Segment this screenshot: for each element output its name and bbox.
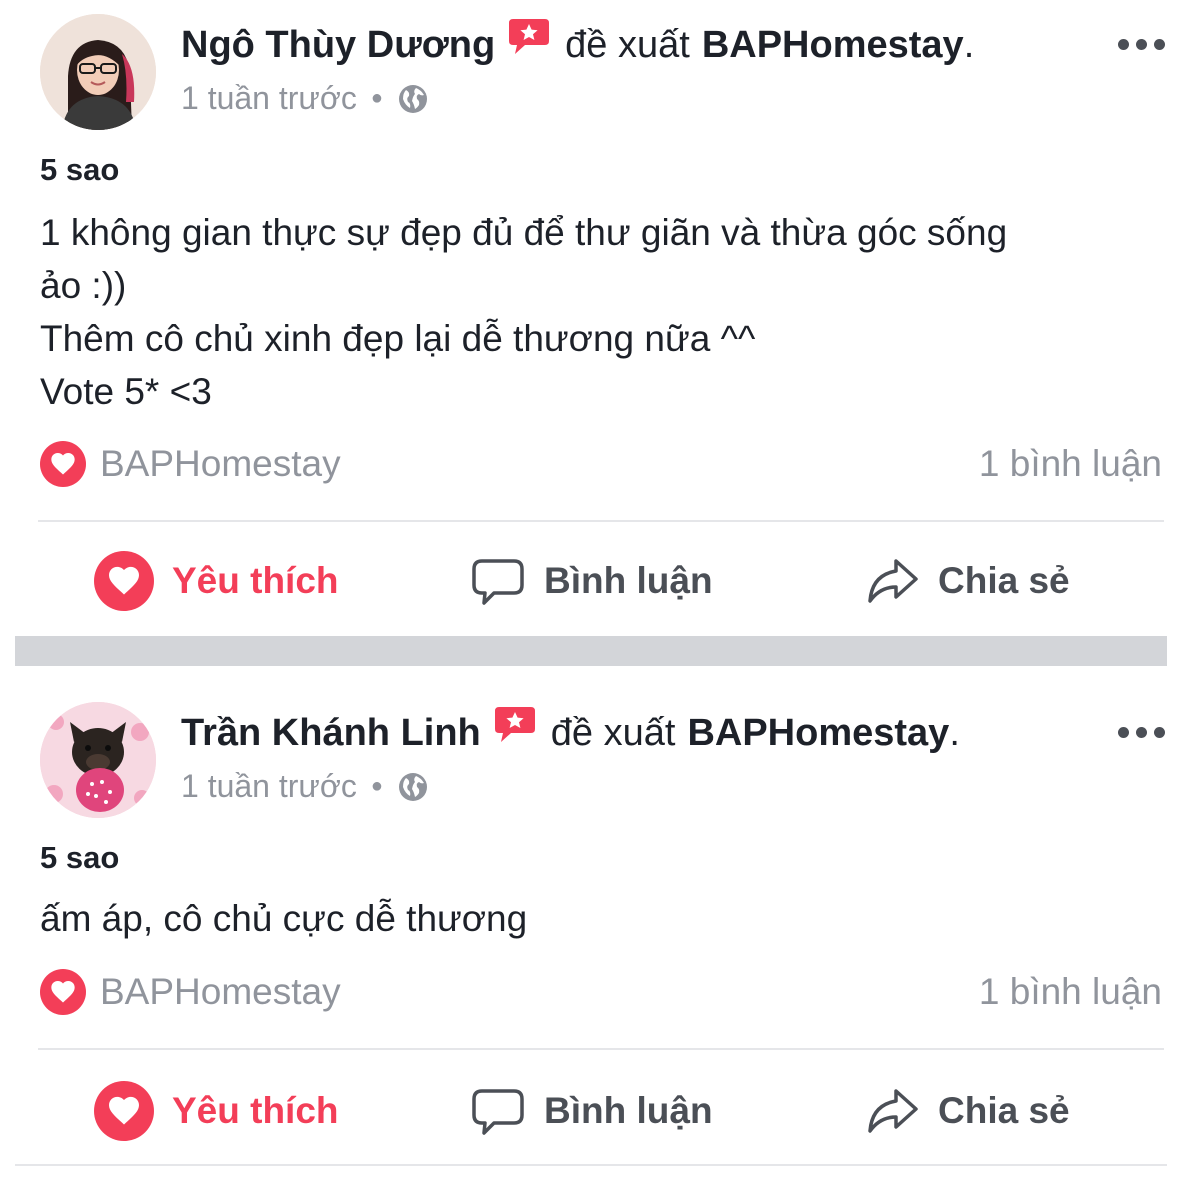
like-label: Yêu thích [172, 1090, 339, 1131]
more-options-icon[interactable] [1116, 36, 1166, 52]
divider [15, 1164, 1167, 1166]
share-arrow-icon [864, 1083, 920, 1139]
reactor-name[interactable]: BAPHomestay [100, 971, 341, 1013]
share-button[interactable]: Chia sẻ [864, 546, 1070, 616]
globe-icon [397, 83, 429, 115]
post-body: ấm áp, cô chủ cực dễ thương [40, 892, 1150, 945]
comment-count[interactable]: 1 bình luận [979, 971, 1162, 1013]
heart-icon [94, 1081, 154, 1141]
post-timestamp[interactable]: 1 tuần trước [181, 768, 357, 805]
rating-label: 5 sao [40, 152, 120, 187]
post-header: Ngô Thùy Dương đề xuất BAPHomestay. [181, 19, 975, 68]
recommendation-star-bubble-icon [493, 705, 537, 745]
body-line: ảo :)) [40, 265, 127, 306]
body-line: Thêm cô chủ xinh đẹp lại dễ thương nữa ^… [40, 318, 756, 359]
reactor-name[interactable]: BAPHomestay [100, 443, 341, 485]
post-header: Trần Khánh Linh đề xuất BAPHomestay. [181, 707, 960, 756]
share-label: Chia sẻ [938, 1090, 1070, 1131]
comment-label: Bình luận [544, 1090, 713, 1131]
meta-separator-dot: ● [370, 87, 383, 109]
page-suffix: . [963, 24, 975, 66]
comment-bubble-icon [470, 553, 526, 609]
page-suffix: . [949, 712, 960, 754]
recommendation-post: Ngô Thùy Dương đề xuất BAPHomestay. 1 tu… [0, 0, 1182, 636]
divider [38, 520, 1164, 522]
recommend-verb: đề xuất [550, 712, 676, 754]
recommendation-post: Trần Khánh Linh đề xuất BAPHomestay. 1 t… [0, 670, 1182, 1182]
recommendation-star-bubble-icon [507, 17, 551, 57]
action-bar: Yêu thích Bình luận Chia sẻ [40, 546, 1162, 616]
comment-bubble-icon [470, 1083, 526, 1139]
share-arrow-icon [864, 553, 920, 609]
post-body: 1 không gian thực sự đẹp đủ để thư giãn … [40, 206, 1150, 418]
body-line: Vote 5* <3 [40, 371, 212, 412]
feed-separator [15, 636, 1167, 666]
author-name[interactable]: Trần Khánh Linh [181, 710, 481, 756]
share-button[interactable]: Chia sẻ [864, 1076, 1070, 1146]
more-options-icon[interactable] [1116, 724, 1166, 740]
divider [38, 1048, 1164, 1050]
author-name[interactable]: Ngô Thùy Dương [181, 22, 495, 68]
heart-reaction-icon [40, 969, 86, 1015]
body-line: 1 không gian thực sự đẹp đủ để thư giãn … [40, 212, 1008, 253]
comment-label: Bình luận [544, 560, 713, 601]
comment-button[interactable]: Bình luận [470, 1076, 713, 1146]
author-avatar[interactable] [40, 702, 156, 818]
rating-label: 5 sao [40, 840, 120, 875]
comment-button[interactable]: Bình luận [470, 546, 713, 616]
page-name-link[interactable]: BAPHomestay [702, 22, 964, 68]
meta-separator-dot: ● [370, 775, 383, 797]
post-timestamp[interactable]: 1 tuần trước [181, 80, 357, 117]
like-button[interactable]: Yêu thích [94, 546, 339, 616]
globe-icon [397, 771, 429, 803]
reaction-summary[interactable]: BAPHomestay 1 bình luận [40, 968, 1162, 1016]
heart-reaction-icon [40, 441, 86, 487]
like-label: Yêu thích [172, 560, 339, 601]
post-meta: 1 tuần trước ● [181, 80, 429, 117]
like-button[interactable]: Yêu thích [94, 1076, 339, 1146]
share-label: Chia sẻ [938, 560, 1070, 601]
body-line: ấm áp, cô chủ cực dễ thương [40, 898, 528, 939]
page-name-link[interactable]: BAPHomestay [687, 710, 949, 756]
author-avatar[interactable] [40, 14, 156, 130]
heart-icon [94, 551, 154, 611]
action-bar: Yêu thích Bình luận Chia sẻ [40, 1076, 1162, 1146]
comment-count[interactable]: 1 bình luận [979, 443, 1162, 485]
post-meta: 1 tuần trước ● [181, 768, 429, 805]
recommend-verb: đề xuất [565, 24, 690, 66]
reaction-summary[interactable]: BAPHomestay 1 bình luận [40, 440, 1162, 488]
